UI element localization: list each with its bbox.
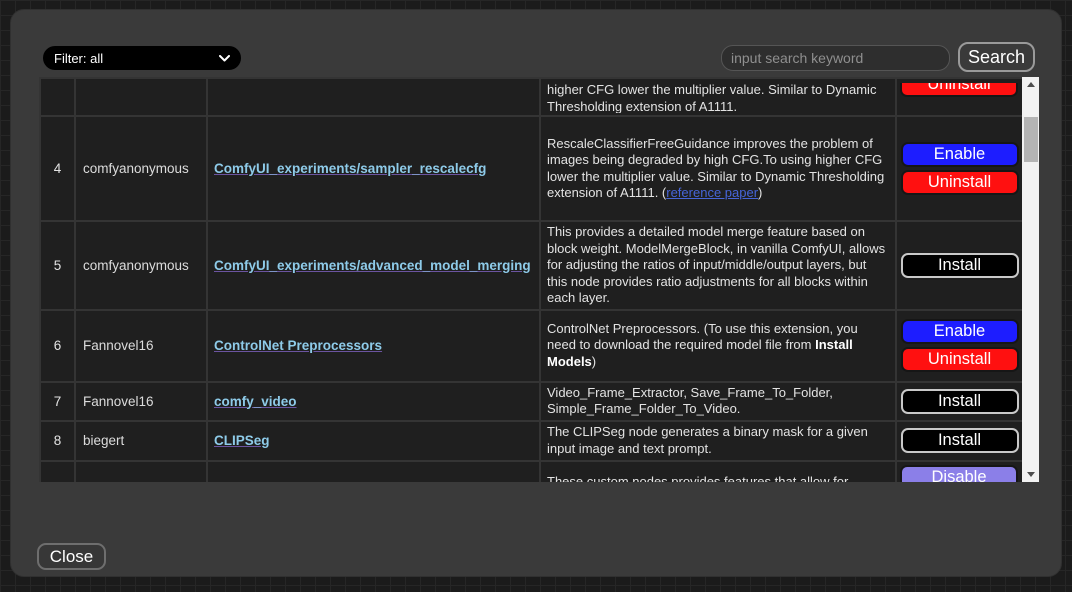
row-name-cell: ComfyUI_experiments/sampler_rescalecfg [207, 116, 540, 221]
row-action-cell: Install [896, 382, 1023, 421]
close-button[interactable]: Close [37, 543, 106, 570]
row-index-cell: 7 [40, 382, 75, 421]
enable-button[interactable]: Enable [901, 319, 1019, 344]
table-scrollbar[interactable] [1022, 77, 1039, 482]
row-action-cell: Install [896, 221, 1023, 310]
reference-paper-link[interactable]: reference paper [666, 185, 758, 200]
row-description-cell: RescaleClassifierFreeGuidance improves t… [540, 116, 896, 221]
row-action-cell: Enable Uninstall [896, 116, 1023, 221]
row-name-cell: ComfyUI Cutoff [207, 461, 540, 483]
table-row: 6 Fannovel16 ControlNet Preprocessors Co… [40, 310, 1023, 382]
install-button[interactable]: Install [901, 389, 1019, 414]
row-action-cell: Disable [896, 461, 1023, 483]
disable-button[interactable]: Disable [900, 465, 1018, 483]
row-author-cell: Fannovel16 [75, 310, 207, 382]
install-custom-nodes-dialog: Filter: all Search higher CFG lower the … [10, 9, 1062, 577]
row-author-cell: comfyanonymous [75, 221, 207, 310]
row-description-cell: These custom nodes provides features tha… [540, 461, 896, 483]
row-author-cell: biegert [75, 421, 207, 461]
row-description-cell: The CLIPSeg node generates a binary mask… [540, 421, 896, 461]
chevron-down-icon [219, 55, 230, 62]
table-row: 7 Fannovel16 comfy_video Video_Frame_Ext… [40, 382, 1023, 421]
extension-name-link[interactable]: ComfyUI_experiments/sampler_rescalecfg [214, 161, 486, 176]
table-row: 4 comfyanonymous ComfyUI_experiments/sam… [40, 116, 1023, 221]
row-action-cell: Enable Uninstall [896, 310, 1023, 382]
extension-name-link[interactable]: CLIPSeg [214, 433, 270, 448]
extension-name-link[interactable]: ControlNet Preprocessors [214, 338, 382, 353]
row-description-cell: higher CFG lower the multiplier value. S… [540, 78, 896, 116]
row-name-cell: ControlNet Preprocessors [207, 310, 540, 382]
row-description-cell: ControlNet Preprocessors. (To use this e… [540, 310, 896, 382]
row-index-cell [40, 78, 75, 116]
extension-table-viewport: higher CFG lower the multiplier value. S… [39, 77, 1039, 482]
table-row: higher CFG lower the multiplier value. S… [40, 78, 1023, 116]
search-button[interactable]: Search [958, 42, 1035, 72]
row-description-cell: This provides a detailed model merge fea… [540, 221, 896, 310]
uninstall-button[interactable]: Uninstall [900, 83, 1018, 97]
row-author-cell [75, 78, 207, 116]
row-index-cell [40, 461, 75, 483]
scroll-up-icon[interactable] [1022, 77, 1039, 93]
row-index-cell: 4 [40, 116, 75, 221]
table-row: BlenderNeko ComfyUI Cutoff These custom … [40, 461, 1023, 483]
row-action-cell: Uninstall [896, 78, 1023, 116]
search-input[interactable] [721, 45, 950, 71]
comfyui-canvas: Filter: all Search higher CFG lower the … [0, 0, 1072, 592]
row-name-cell: comfy_video [207, 382, 540, 421]
extension-name-link[interactable]: comfy_video [214, 394, 297, 409]
extension-table: higher CFG lower the multiplier value. S… [39, 77, 1024, 482]
extension-name-link[interactable]: ComfyUI_experiments/advanced_model_mergi… [214, 258, 531, 273]
scrollbar-thumb[interactable] [1024, 117, 1038, 162]
row-name-cell: CLIPSeg [207, 421, 540, 461]
table-row: 8 biegert CLIPSeg The CLIPSeg node gener… [40, 421, 1023, 461]
enable-button[interactable]: Enable [901, 142, 1019, 167]
row-action-cell: Install [896, 421, 1023, 461]
row-index-cell: 5 [40, 221, 75, 310]
filter-dropdown-label: Filter: all [54, 51, 103, 66]
install-button[interactable]: Install [901, 428, 1019, 453]
filter-dropdown[interactable]: Filter: all [43, 46, 241, 70]
row-index-cell: 6 [40, 310, 75, 382]
uninstall-button[interactable]: Uninstall [901, 170, 1019, 195]
row-index-cell: 8 [40, 421, 75, 461]
row-author-cell: Fannovel16 [75, 382, 207, 421]
row-author-cell: comfyanonymous [75, 116, 207, 221]
install-button[interactable]: Install [901, 253, 1019, 278]
row-name-cell [207, 78, 540, 116]
row-author-cell: BlenderNeko [75, 461, 207, 483]
uninstall-button[interactable]: Uninstall [901, 347, 1019, 372]
row-name-cell: ComfyUI_experiments/advanced_model_mergi… [207, 221, 540, 310]
scroll-down-icon[interactable] [1022, 466, 1039, 482]
table-row: 5 comfyanonymous ComfyUI_experiments/adv… [40, 221, 1023, 310]
row-description-cell: Video_Frame_Extractor, Save_Frame_To_Fol… [540, 382, 896, 421]
